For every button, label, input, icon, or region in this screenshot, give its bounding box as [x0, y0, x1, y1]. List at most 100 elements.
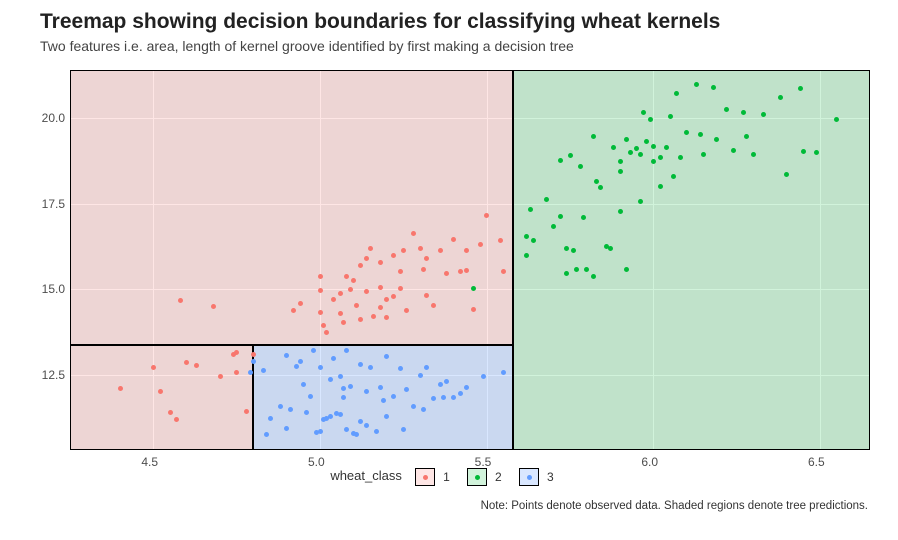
data-point	[351, 278, 356, 283]
data-point	[544, 197, 549, 202]
data-point	[471, 307, 476, 312]
legend-item-1: 1	[415, 468, 457, 486]
data-point	[731, 148, 736, 153]
data-point	[628, 150, 633, 155]
data-point	[251, 359, 256, 364]
data-point	[424, 256, 429, 261]
data-point	[344, 274, 349, 279]
data-point	[278, 404, 283, 409]
data-point	[341, 386, 346, 391]
data-point	[251, 352, 256, 357]
data-point	[178, 298, 183, 303]
data-point	[751, 152, 756, 157]
legend-swatch-3	[519, 468, 539, 486]
data-point	[578, 164, 583, 169]
data-point	[481, 374, 486, 379]
data-point	[438, 382, 443, 387]
data-point	[358, 419, 363, 424]
legend-title: wheat_class	[330, 468, 402, 483]
data-point	[558, 214, 563, 219]
data-point	[471, 286, 476, 291]
data-point	[324, 330, 329, 335]
data-point	[364, 423, 369, 428]
y-tick-label: 15.0	[35, 282, 65, 296]
data-point	[658, 184, 663, 189]
data-point	[464, 268, 469, 273]
legend-label-3: 3	[547, 470, 554, 484]
data-point	[318, 274, 323, 279]
legend-label-2: 2	[495, 470, 502, 484]
x-tick-label: 6.5	[808, 455, 825, 469]
data-point	[668, 114, 673, 119]
data-point	[338, 311, 343, 316]
chart-subtitle: Two features i.e. area, length of kernel…	[40, 38, 574, 54]
data-point	[464, 385, 469, 390]
data-point	[298, 301, 303, 306]
data-point	[194, 363, 199, 368]
data-point	[431, 303, 436, 308]
data-point	[304, 410, 309, 415]
data-point	[431, 396, 436, 401]
data-point	[441, 395, 446, 400]
data-point	[338, 291, 343, 296]
data-point	[344, 348, 349, 353]
data-point	[608, 246, 613, 251]
data-point	[761, 112, 766, 117]
data-point	[624, 137, 629, 142]
data-point	[391, 253, 396, 258]
data-point	[328, 414, 333, 419]
chart-title: Treemap showing decision boundaries for …	[40, 10, 720, 34]
data-point	[371, 314, 376, 319]
data-point	[381, 398, 386, 403]
data-point	[618, 209, 623, 214]
data-point	[701, 152, 706, 157]
data-point	[564, 246, 569, 251]
legend-item-3: 3	[519, 468, 561, 486]
data-point	[211, 304, 216, 309]
data-point	[618, 159, 623, 164]
data-point	[298, 359, 303, 364]
data-point	[391, 394, 396, 399]
data-point	[288, 407, 293, 412]
data-point	[291, 308, 296, 313]
data-point	[341, 320, 346, 325]
data-point	[558, 158, 563, 163]
data-point	[331, 297, 336, 302]
data-point	[524, 253, 529, 258]
y-tick-label: 17.5	[35, 197, 65, 211]
legend-label-1: 1	[443, 470, 450, 484]
data-point	[404, 308, 409, 313]
data-point	[358, 362, 363, 367]
data-point	[411, 231, 416, 236]
x-tick-label: 4.5	[141, 455, 158, 469]
data-point	[418, 246, 423, 251]
data-point	[611, 145, 616, 150]
data-point	[421, 407, 426, 412]
data-point	[618, 169, 623, 174]
data-point	[308, 394, 313, 399]
x-tick-label: 5.5	[475, 455, 492, 469]
data-point	[348, 384, 353, 389]
data-point	[318, 288, 323, 293]
data-point	[348, 287, 353, 292]
data-point	[318, 365, 323, 370]
data-point	[338, 374, 343, 379]
data-point	[368, 365, 373, 370]
data-point	[118, 386, 123, 391]
data-point	[801, 149, 806, 154]
legend-swatch-2	[467, 468, 487, 486]
data-point	[261, 368, 266, 373]
data-point	[591, 134, 596, 139]
data-point	[338, 412, 343, 417]
data-point	[398, 366, 403, 371]
data-point	[458, 391, 463, 396]
data-point	[331, 356, 336, 361]
data-point	[174, 417, 179, 422]
data-point	[598, 185, 603, 190]
data-point	[344, 427, 349, 432]
data-point	[671, 174, 676, 179]
data-point	[378, 285, 383, 290]
data-point	[378, 385, 383, 390]
plot-area	[70, 70, 870, 450]
data-point	[321, 323, 326, 328]
